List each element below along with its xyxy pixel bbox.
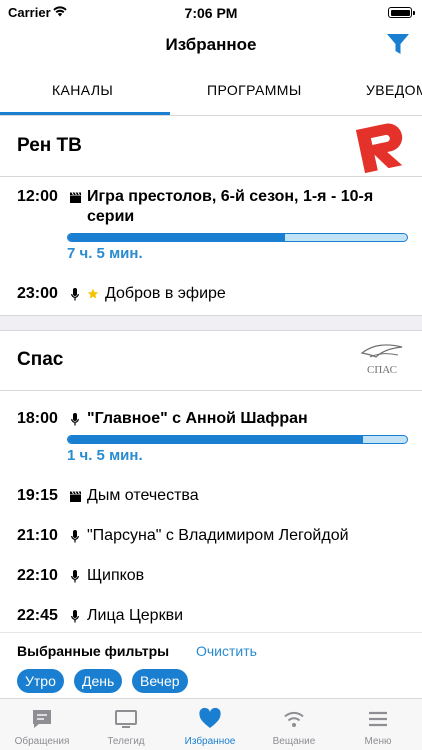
menu-icon [369,711,387,727]
navigation-bar: Избранное [0,26,422,62]
tabbar-label: Меню [364,736,392,747]
program-progress-fill [68,234,285,241]
program-progress-bar [67,435,408,444]
filter-chip-day[interactable]: День [74,669,123,693]
ren-tv-logo [356,123,403,173]
selected-filters-panel: Выбранные фильтры Очистить Утро День Веч… [0,632,422,698]
program-title: "Парсуна" с Владимиром Легойдой [87,527,349,544]
program-title: Щипков [87,567,145,584]
tab-channels[interactable]: КАНАЛЫ [52,82,113,98]
microphone-icon [69,284,81,304]
microphone-icon [69,606,81,626]
program-title: Лица Церкви [87,607,184,624]
program-time: 22:10 [17,567,58,584]
microphone-icon [69,526,81,546]
battery-icon [388,7,415,18]
program-row[interactable]: 12:00 Игра престолов, 6-й сезон, 1-я - 1… [0,177,422,262]
program-row[interactable]: 22:10 Щипков [0,546,422,586]
channels-list[interactable]: Рен ТВ 12:00 Игра престолов, 6-й сезон, … [0,117,422,632]
clear-filters-button[interactable]: Очистить [196,643,257,659]
chat-icon [33,710,51,728]
page-title: Избранное [165,35,257,54]
program-duration: 7 ч. 5 мин. [67,245,143,262]
tabbar-label: Избранное [184,736,236,747]
program-duration: 1 ч. 5 мин. [67,447,143,464]
program-progress-bar [67,233,408,242]
program-time: 21:10 [17,527,58,544]
channel-name: Спас [17,349,64,370]
program-progress-fill [68,436,363,443]
tabbar-item-favorites[interactable]: Избранное [168,699,252,750]
program-time: 23:00 [17,285,58,302]
program-title: Игра престолов, 6-й сезон, 1-я - 10-я се… [87,188,374,225]
program-row[interactable]: 23:00 Добров в эфире [0,262,422,315]
program-time: 19:15 [17,487,58,504]
program-row[interactable]: 18:00 "Главное" с Анной Шафран 1 ч. 5 ми… [0,391,422,464]
clapperboard-icon [69,187,81,207]
tabbar-item-menu[interactable]: Меню [336,699,420,750]
filter-chip-evening[interactable]: Вечер [132,669,188,693]
section-separator [0,315,422,331]
filters-title: Выбранные фильтры [17,643,170,659]
tab-bar: Обращения Телегид Избранное Вещание Меню [0,698,422,750]
program-time: 22:45 [17,607,58,624]
tabbar-label: Обращения [14,736,70,747]
star-icon [87,284,101,304]
tabbar-item-broadcast[interactable]: Вещание [252,699,336,750]
clock: 7:06 PM [184,5,238,21]
clapperboard-icon [69,486,81,506]
program-title: "Главное" с Анной Шафран [87,410,308,427]
program-row[interactable]: 19:15 Дым отечества [0,464,422,506]
tabs: КАНАЛЫ ПРОГРАММЫ УВЕДОМ [0,72,422,116]
channel-header-spas[interactable]: Спас СПАС [0,331,422,391]
channel-header-ren-tv[interactable]: Рен ТВ [0,117,422,177]
tv-icon [115,710,137,728]
filter-icon[interactable] [386,32,410,56]
program-time: 18:00 [17,410,58,427]
status-bar: Carrier 7:06 PM [0,0,422,26]
program-title: Добров в эфире [105,285,226,302]
tab-programs[interactable]: ПРОГРАММЫ [207,82,302,98]
active-tab-indicator [0,112,170,115]
tab-notifications[interactable]: УВЕДОМ [366,82,422,98]
spas-logo: СПАС [360,344,403,376]
tabbar-item-tvguide[interactable]: Телегид [84,699,168,750]
program-title: Дым отечества [87,487,199,504]
program-row[interactable]: 21:10 "Парсуна" с Владимиром Легойдой [0,506,422,546]
tabbar-label: Телегид [107,736,145,747]
tabbar-label: Вещание [272,736,316,747]
program-row[interactable]: 22:45 Лица Церкви [0,586,422,626]
microphone-icon [69,409,81,429]
spas-logo-text: СПАС [367,364,397,376]
heart-icon [199,707,221,728]
filter-chip-morning[interactable]: Утро [17,669,64,693]
microphone-icon [69,566,81,586]
broadcast-icon [284,711,304,727]
program-time: 12:00 [17,188,58,205]
channel-name: Рен ТВ [17,135,82,156]
tabbar-item-requests[interactable]: Обращения [0,699,84,750]
